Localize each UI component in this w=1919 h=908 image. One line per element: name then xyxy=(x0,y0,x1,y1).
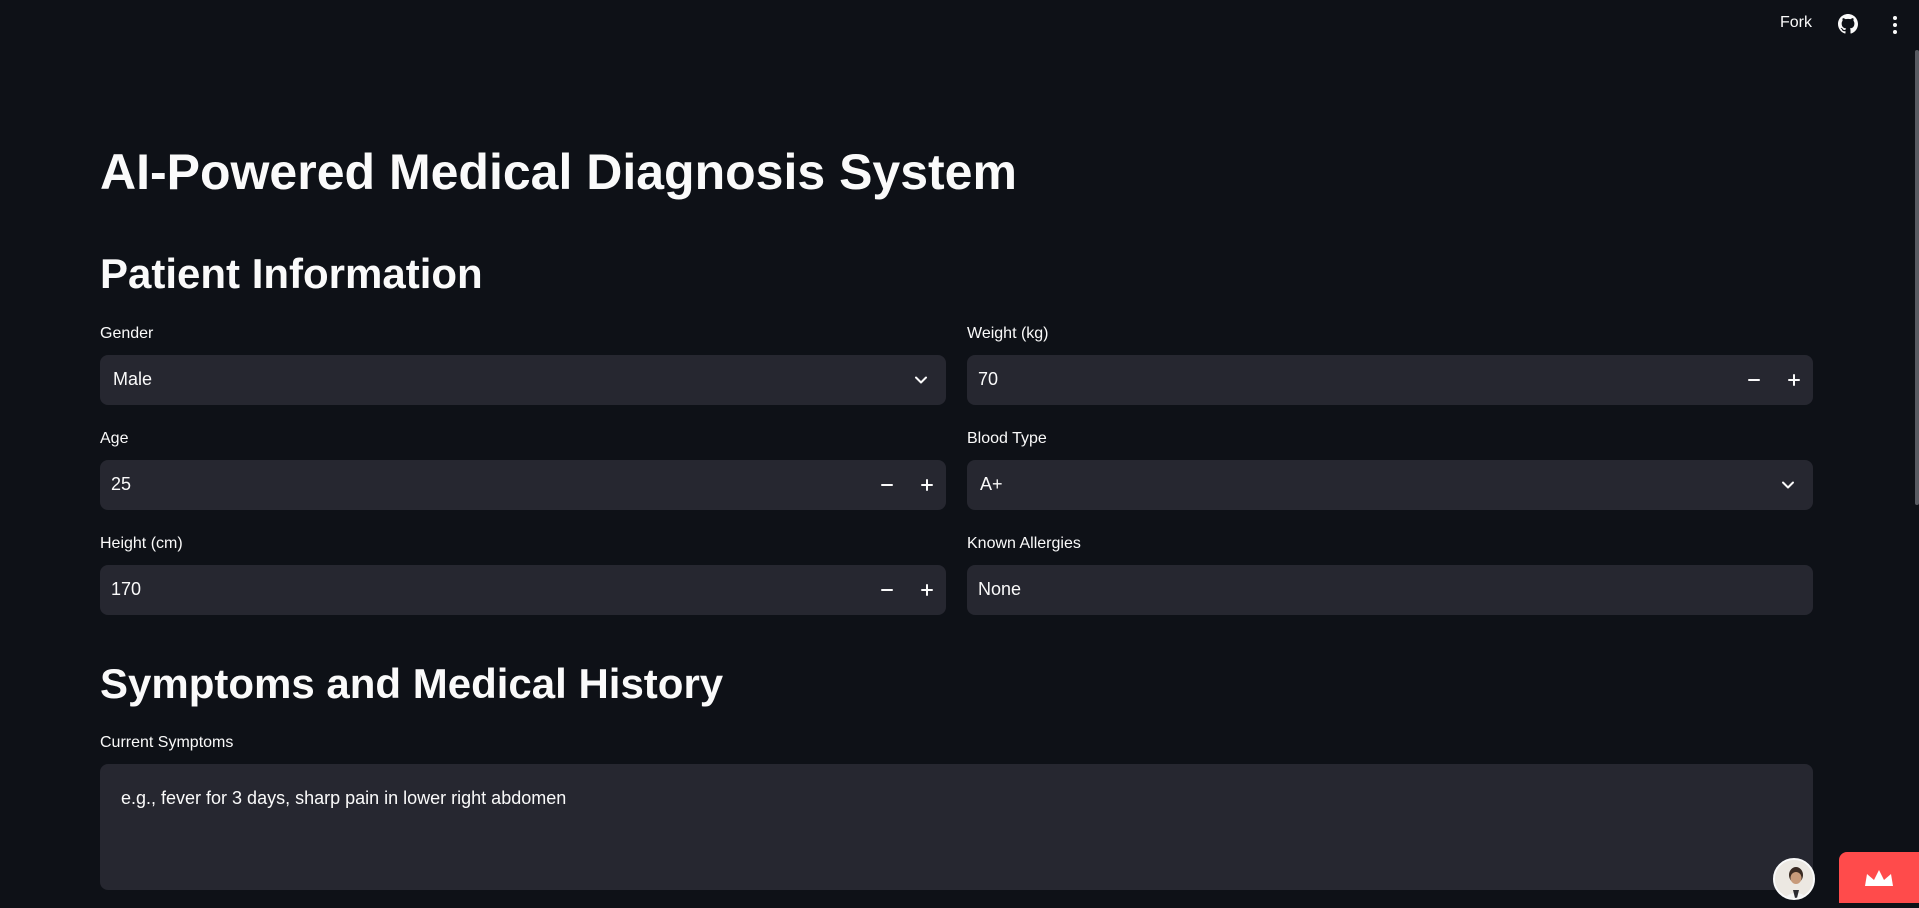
patient-information-heading: Patient Information xyxy=(100,250,483,297)
weight-value: 70 xyxy=(978,369,999,389)
crown-icon xyxy=(1865,870,1893,886)
age-decrement-button[interactable] xyxy=(868,460,906,510)
gender-select[interactable]: Male xyxy=(100,355,946,405)
age-value: 25 xyxy=(111,474,132,494)
user-photo-icon xyxy=(1775,860,1813,898)
current-symptoms-textarea[interactable]: e.g., fever for 3 days, sharp pain in lo… xyxy=(100,764,1813,890)
height-decrement-button[interactable] xyxy=(868,565,906,615)
blood-type-label: Blood Type xyxy=(967,430,1047,447)
age-number-input[interactable]: 25 xyxy=(100,460,946,510)
height-label: Height (cm) xyxy=(100,535,183,552)
plus-icon xyxy=(921,479,933,491)
blood-type-select[interactable]: A+ xyxy=(967,460,1813,510)
height-number-input[interactable]: 170 xyxy=(100,565,946,615)
weight-label: Weight (kg) xyxy=(967,325,1049,342)
age-label: Age xyxy=(100,430,129,447)
gender-label: Gender xyxy=(100,325,154,342)
more-vertical-icon[interactable] xyxy=(1889,14,1901,36)
blood-type-selected-value: A+ xyxy=(980,474,1003,494)
plus-icon xyxy=(1788,374,1800,386)
current-symptoms-label: Current Symptoms xyxy=(100,734,234,751)
weight-decrement-button[interactable] xyxy=(1735,355,1773,405)
minus-icon xyxy=(881,589,893,591)
chevron-down-icon xyxy=(915,376,927,384)
github-icon[interactable] xyxy=(1838,14,1858,34)
known-allergies-value: None xyxy=(978,579,1022,599)
minus-icon xyxy=(881,484,893,486)
age-increment-button[interactable] xyxy=(908,460,946,510)
minus-icon xyxy=(1748,379,1760,381)
weight-number-input[interactable]: 70 xyxy=(967,355,1813,405)
weight-increment-button[interactable] xyxy=(1775,355,1813,405)
plus-icon xyxy=(921,584,933,596)
height-increment-button[interactable] xyxy=(908,565,946,615)
known-allergies-label: Known Allergies xyxy=(967,535,1081,552)
height-value: 170 xyxy=(111,579,142,599)
user-avatar[interactable] xyxy=(1773,858,1815,900)
symptoms-history-heading: Symptoms and Medical History xyxy=(100,660,724,707)
chevron-down-icon xyxy=(1782,481,1794,489)
known-allergies-input[interactable]: None xyxy=(967,565,1813,615)
page-scrollbar[interactable] xyxy=(1915,50,1919,505)
top-toolbar: Fork xyxy=(0,0,1919,50)
gender-selected-value: Male xyxy=(113,369,153,389)
fork-link[interactable]: Fork xyxy=(1780,14,1812,32)
page-title: AI-Powered Medical Diagnosis System xyxy=(100,144,1017,200)
current-symptoms-placeholder: e.g., fever for 3 days, sharp pain in lo… xyxy=(121,788,567,808)
streamlit-badge[interactable] xyxy=(1839,852,1919,903)
